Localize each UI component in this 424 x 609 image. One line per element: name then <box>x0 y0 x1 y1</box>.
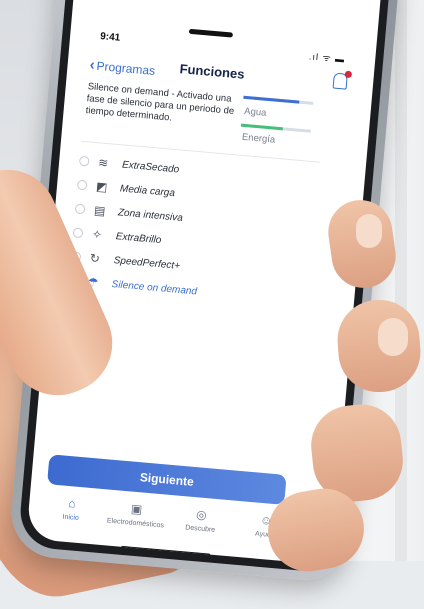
dry-steam-icon: ≋ <box>97 155 109 171</box>
radio-button[interactable] <box>72 227 84 239</box>
radio-button[interactable] <box>74 203 86 215</box>
half-load-icon: ◩ <box>95 179 109 195</box>
option-label: ExtraBrillo <box>115 230 162 246</box>
status-icons: .ıl ᯤ ▬ <box>308 51 346 65</box>
option-label: Silence on demand <box>111 278 198 297</box>
option-label: ExtraSecado <box>121 158 180 175</box>
fingernail <box>378 318 408 356</box>
speed-icon: ↻ <box>89 251 101 266</box>
radio-button[interactable] <box>78 155 90 167</box>
energy-meter <box>240 123 311 133</box>
notification-dot <box>344 70 353 79</box>
intensive-zone-icon: ▤ <box>93 203 106 219</box>
shine-icon: ✧ <box>91 227 103 242</box>
status-time: 9:41 <box>99 31 121 44</box>
fingernail <box>356 214 382 248</box>
status-notch <box>188 28 234 38</box>
chevron-left-icon: ‹ <box>88 56 96 74</box>
radio-button[interactable] <box>76 179 88 191</box>
back-button[interactable]: ‹Programas <box>89 56 156 79</box>
tab-label: Descubre <box>184 524 216 534</box>
tab-label: Inicio <box>62 513 80 523</box>
home-indicator <box>120 545 211 558</box>
option-label: Zona intensiva <box>117 206 184 224</box>
tab-bar: ⌂ Inicio ▣ Electrodomésticos ◎ Descubre … <box>37 494 299 557</box>
back-label: Programas <box>96 58 156 78</box>
water-label: Agua <box>243 105 267 119</box>
appliance-icon: ▣ <box>130 501 143 517</box>
compass-icon: ◎ <box>195 507 208 523</box>
option-label: SpeedPerfect+ <box>113 254 181 272</box>
water-meter-fill <box>243 95 300 104</box>
tab-inicio[interactable]: ⌂ Inicio <box>39 494 102 539</box>
option-description: Silence on demand - Activado una fase de… <box>85 81 235 124</box>
home-icon: ⌂ <box>67 496 77 511</box>
energy-label: Energía <box>241 131 276 146</box>
tab-descubre[interactable]: ◎ Descubre <box>169 505 232 550</box>
page-title: Funciones <box>179 61 246 82</box>
water-meter <box>243 95 314 105</box>
tab-label: Electrodomésticos <box>106 517 165 530</box>
energy-meter-fill <box>240 123 283 131</box>
tab-electrodomesticos[interactable]: ▣ Electrodomésticos <box>104 499 167 544</box>
option-label: Media carga <box>119 182 176 199</box>
